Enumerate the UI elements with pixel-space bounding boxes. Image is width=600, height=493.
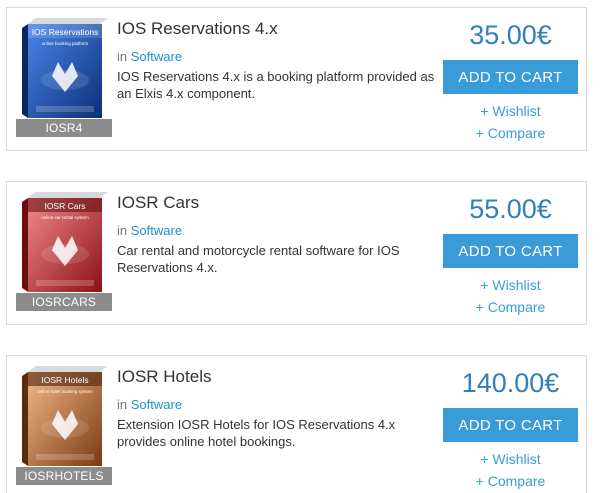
box-subtitle: online car rental system [41, 215, 89, 220]
compare-link[interactable]: + Compare [443, 122, 578, 144]
product-info: IOS Reservations 4.x in Software IOS Res… [117, 18, 437, 102]
product-category: in Software [117, 49, 437, 65]
product-list: IOS Reservations online booking platform… [0, 0, 600, 493]
category-prefix: in [117, 49, 128, 64]
box-subtitle: online hotel booking system [37, 389, 93, 394]
product-box-icon: IOSR Cars online car rental system [22, 192, 108, 292]
purchase-panel: 140.00€ ADD TO CART + Wishlist + Compare [443, 366, 578, 492]
category-prefix: in [117, 397, 128, 412]
product-thumbnail[interactable]: IOSR Cars online car rental system IOSRC… [16, 192, 112, 312]
product-info: IOSR Hotels in Software Extension IOSR H… [117, 366, 437, 450]
add-to-cart-button[interactable]: ADD TO CART [443, 408, 578, 442]
wishlist-link[interactable]: + Wishlist [443, 274, 578, 296]
category-link[interactable]: Software [131, 223, 182, 238]
category-prefix: in [117, 223, 128, 238]
product-price: 140.00€ [461, 368, 560, 398]
product-price: 35.00€ [469, 20, 552, 50]
product-card: IOSR Cars online car rental system IOSRC… [6, 181, 587, 325]
wishlist-link[interactable]: + Wishlist [443, 448, 578, 470]
purchase-panel: 55.00€ ADD TO CART + Wishlist + Compare [443, 192, 578, 318]
category-link[interactable]: Software [131, 397, 182, 412]
product-card: IOS Reservations online booking platform… [6, 7, 587, 151]
compare-link[interactable]: + Compare [443, 470, 578, 492]
add-to-cart-button[interactable]: ADD TO CART [443, 234, 578, 268]
product-box-icon: IOSR Hotels online hotel booking system [22, 366, 108, 466]
product-description: Extension IOSR Hotels for IOS Reservatio… [117, 417, 396, 449]
sku-badge: IOSRHOTELS [16, 467, 112, 485]
box-subtitle: online booking platform [42, 41, 89, 46]
product-title[interactable]: IOS Reservations 4.x [117, 18, 437, 40]
product-title[interactable]: IOSR Hotels [117, 366, 437, 388]
product-card: IOSR Hotels online hotel booking system … [6, 355, 587, 493]
product-price: 55.00€ [469, 194, 552, 224]
purchase-panel: 35.00€ ADD TO CART + Wishlist + Compare [443, 18, 578, 144]
sku-badge: IOSRCARS [16, 293, 112, 311]
product-category: in Software [117, 223, 437, 239]
product-description: IOS Reservations 4.x is a booking platfo… [117, 69, 435, 101]
product-box-icon: IOS Reservations online booking platform [22, 18, 108, 118]
compare-link[interactable]: + Compare [443, 296, 578, 318]
box-title: IOSR Cars [44, 201, 85, 211]
box-title: IOS Reservations [32, 27, 99, 37]
product-info: IOSR Cars in Software Car rental and mot… [117, 192, 437, 276]
product-category: in Software [117, 397, 437, 413]
product-description: Car rental and motorcycle rental softwar… [117, 243, 400, 275]
product-thumbnail[interactable]: IOSR Hotels online hotel booking system … [16, 366, 112, 486]
product-title[interactable]: IOSR Cars [117, 192, 437, 214]
add-to-cart-button[interactable]: ADD TO CART [443, 60, 578, 94]
product-thumbnail[interactable]: IOS Reservations online booking platform… [16, 18, 112, 138]
wishlist-link[interactable]: + Wishlist [443, 100, 578, 122]
box-title: IOSR Hotels [41, 375, 88, 385]
category-link[interactable]: Software [131, 49, 182, 64]
sku-badge: IOSR4 [16, 119, 112, 137]
